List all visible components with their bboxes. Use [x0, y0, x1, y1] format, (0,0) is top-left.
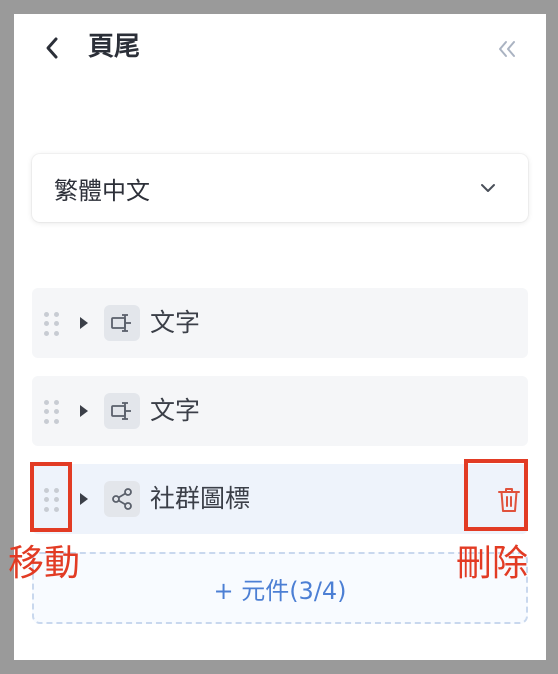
drag-handle-icon[interactable]	[44, 400, 60, 424]
back-button[interactable]	[38, 34, 66, 62]
language-select-value: 繁體中文	[54, 176, 150, 205]
panel-header: 頁尾	[14, 14, 546, 86]
component-row-text-1[interactable]: 文字	[32, 288, 528, 358]
language-select[interactable]: 繁體中文	[32, 154, 528, 222]
component-label: 文字	[150, 308, 201, 337]
chevron-left-icon	[46, 37, 58, 59]
caret-right-icon[interactable]	[78, 404, 90, 418]
move-annotation-label: 移動	[8, 543, 81, 584]
drag-handle-icon[interactable]	[44, 312, 60, 336]
caret-right-icon[interactable]	[78, 492, 90, 506]
text-component-icon	[104, 393, 140, 429]
share-icon	[104, 481, 140, 517]
chevron-down-icon	[481, 184, 495, 192]
component-label: 社群圖標	[150, 484, 251, 513]
page-title: 頁尾	[88, 32, 141, 62]
component-label: 文字	[150, 396, 201, 425]
component-row-text-2[interactable]: 文字	[32, 376, 528, 446]
collapse-panel-button[interactable]	[494, 36, 520, 62]
caret-right-icon[interactable]	[78, 316, 90, 330]
text-component-icon	[104, 305, 140, 341]
add-component-button[interactable]: + 元件(3/4)	[32, 552, 528, 624]
add-component-label: + 元件(3/4)	[213, 576, 347, 605]
delete-annotation-label: 刪除	[456, 543, 529, 584]
double-chevron-left-icon	[499, 41, 515, 57]
component-row-social-icons[interactable]: 社群圖標	[32, 464, 528, 534]
delete-annotation-box	[464, 459, 528, 531]
move-annotation-box	[30, 462, 72, 532]
